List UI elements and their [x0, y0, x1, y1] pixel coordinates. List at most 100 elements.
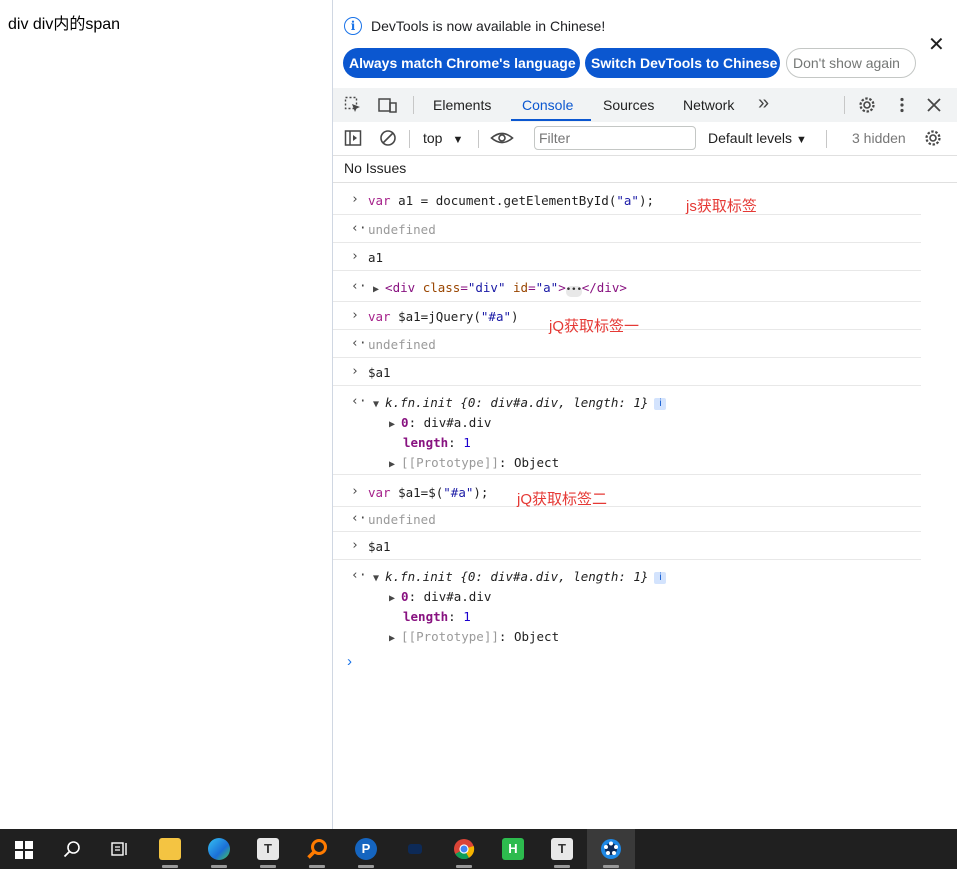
expand-triangle-icon[interactable]: ▶ — [389, 633, 401, 644]
object-summary[interactable]: ▼ k.fn.init {0: div#a.div, length: 1} i — [373, 395, 667, 410]
issues-bar[interactable]: No Issues — [333, 155, 957, 183]
context-selector[interactable]: top ▼ — [423, 130, 463, 146]
object-summary[interactable]: ▼ k.fn.init {0: div#a.div, length: 1} i — [373, 569, 667, 584]
console-input-line[interactable]: › $a1 — [333, 358, 921, 386]
tab-sources[interactable]: Sources — [603, 97, 654, 113]
edge-browser-icon — [208, 838, 230, 860]
taskbar-typora[interactable]: T — [244, 829, 292, 869]
console-input-line[interactable]: › a1 — [333, 243, 921, 271]
taskbar-pycharm[interactable]: P — [342, 829, 390, 869]
input-chevron-icon: › — [351, 308, 359, 323]
web-page-viewport: div div内的span — [0, 0, 332, 829]
filter-input-box[interactable] — [534, 126, 696, 150]
taskbar-active-app[interactable] — [587, 829, 635, 869]
hidden-messages-count: 3 hidden — [852, 130, 906, 146]
console-code: var a1 = document.getElementById("a"); — [368, 193, 654, 208]
ellipsis-icon[interactable]: ••• — [565, 286, 582, 297]
console-input-line[interactable]: › $a1 — [333, 532, 921, 560]
input-chevron-icon: › — [351, 192, 359, 207]
sidebar-toggle-icon[interactable] — [344, 129, 362, 147]
filter-input[interactable] — [539, 128, 689, 148]
console-input-line[interactable]: › var $a1=jQuery("#a") jQ获取标签一 — [333, 302, 921, 335]
console-result-line[interactable]: ‹· ▶ <div class="div" id="a">•••</div> — [333, 271, 921, 302]
result-arrow-icon: ‹· — [351, 511, 367, 526]
chrome-icon — [454, 839, 475, 860]
input-chevron-icon: › — [351, 364, 359, 379]
input-chevron-icon: › — [351, 484, 359, 499]
input-chevron-icon: › — [351, 538, 359, 553]
result-arrow-icon: ‹· — [351, 279, 367, 294]
taskbar-typora-2[interactable]: T — [538, 829, 586, 869]
console-prompt[interactable]: › — [347, 653, 917, 675]
result-arrow-icon: ‹· — [351, 221, 367, 236]
device-toolbar-icon[interactable] — [378, 96, 397, 114]
task-view-button[interactable] — [96, 829, 144, 869]
taskbar-edge[interactable] — [195, 829, 243, 869]
expand-triangle-icon[interactable]: ▶ — [389, 593, 401, 604]
issues-label: No Issues — [344, 160, 407, 176]
object-property: length: 1 — [403, 609, 471, 624]
console-object-result[interactable]: ‹· ▼ k.fn.init {0: div#a.div, length: 1}… — [333, 560, 921, 648]
settings-gear-icon[interactable] — [858, 96, 876, 114]
taskbar-chrome[interactable] — [440, 829, 488, 869]
taskbar-file-explorer[interactable] — [146, 829, 194, 869]
console-input-line[interactable]: › var a1 = document.getElementById("a");… — [333, 183, 921, 215]
tab-console[interactable]: Console — [522, 97, 573, 113]
object-property: length: 1 — [403, 435, 471, 450]
windows-taskbar: T P H T — [0, 829, 957, 869]
tab-network[interactable]: Network — [683, 97, 734, 113]
console-settings-gear-icon[interactable] — [924, 129, 942, 147]
more-tabs-icon[interactable]: » — [758, 92, 769, 115]
object-prototype[interactable]: ▶ [[Prototype]]: Object — [389, 455, 559, 470]
console-result: undefined — [368, 222, 436, 237]
taskbar-search-button[interactable] — [48, 829, 96, 869]
page-content-text: div div内的span — [8, 16, 121, 33]
console-code: $a1 — [368, 539, 391, 554]
expand-triangle-icon[interactable]: ▶ — [373, 284, 385, 295]
result-arrow-icon: ‹· — [351, 568, 367, 583]
start-button[interactable] — [0, 829, 48, 869]
inspect-element-icon[interactable] — [344, 96, 362, 114]
expand-triangle-icon[interactable]: ▶ — [389, 459, 401, 470]
taskbar-search-tool[interactable] — [293, 829, 341, 869]
typora-icon: T — [257, 838, 279, 860]
language-infobar: i DevTools is now available in Chinese! … — [333, 0, 957, 88]
toolbar-separator — [409, 130, 410, 148]
typora-icon: T — [551, 838, 573, 860]
kebab-menu-icon[interactable] — [893, 96, 911, 114]
info-badge-icon[interactable]: i — [654, 572, 667, 584]
console-element-result[interactable]: ▶ <div class="div" id="a">•••</div> — [373, 280, 627, 297]
chevron-down-icon: ▼ — [452, 134, 464, 146]
pycharm-icon: P — [355, 838, 377, 860]
console-result: undefined — [368, 337, 436, 352]
active-app-icon — [601, 839, 621, 859]
object-property[interactable]: ▶ 0: div#a.div — [389, 415, 491, 430]
collapse-triangle-icon[interactable]: ▼ — [373, 399, 385, 410]
console-object-result[interactable]: ‹· ▼ k.fn.init {0: div#a.div, length: 1}… — [333, 386, 921, 475]
taskbar-hbuilder[interactable]: H — [489, 829, 537, 869]
switch-to-chinese-button[interactable]: Switch DevTools to Chinese — [585, 48, 780, 78]
info-badge-icon[interactable]: i — [654, 398, 667, 410]
console-code: var $a1=jQuery("#a") — [368, 309, 519, 324]
object-property[interactable]: ▶ 0: div#a.div — [389, 589, 491, 604]
collapse-triangle-icon[interactable]: ▼ — [373, 573, 385, 584]
result-arrow-icon: ‹· — [351, 336, 367, 351]
clear-console-icon[interactable] — [379, 129, 397, 147]
log-levels-dropdown[interactable]: Default levels ▼ — [708, 130, 807, 146]
close-devtools-icon[interactable] — [925, 96, 943, 114]
active-tab-indicator — [511, 119, 591, 121]
result-arrow-icon: ‹· — [351, 394, 367, 409]
dont-show-again-button[interactable]: Don't show again — [786, 48, 916, 78]
live-expression-eye-icon[interactable] — [490, 129, 514, 147]
console-code: var $a1=$("#a"); — [368, 485, 489, 500]
object-prototype[interactable]: ▶ [[Prototype]]: Object — [389, 629, 559, 644]
annotation-note: js获取标签 — [686, 198, 757, 215]
console-input-line[interactable]: › var $a1=$("#a"); jQ获取标签二 — [333, 475, 921, 508]
taskbar-app-blue[interactable] — [391, 829, 439, 869]
always-match-language-button[interactable]: Always match Chrome's language — [343, 48, 580, 78]
close-infobar-icon[interactable]: ✕ — [928, 32, 945, 57]
app-blue-icon — [408, 844, 422, 854]
log-levels-label: Default levels — [708, 130, 793, 146]
expand-triangle-icon[interactable]: ▶ — [389, 419, 401, 430]
tab-elements[interactable]: Elements — [433, 97, 491, 113]
